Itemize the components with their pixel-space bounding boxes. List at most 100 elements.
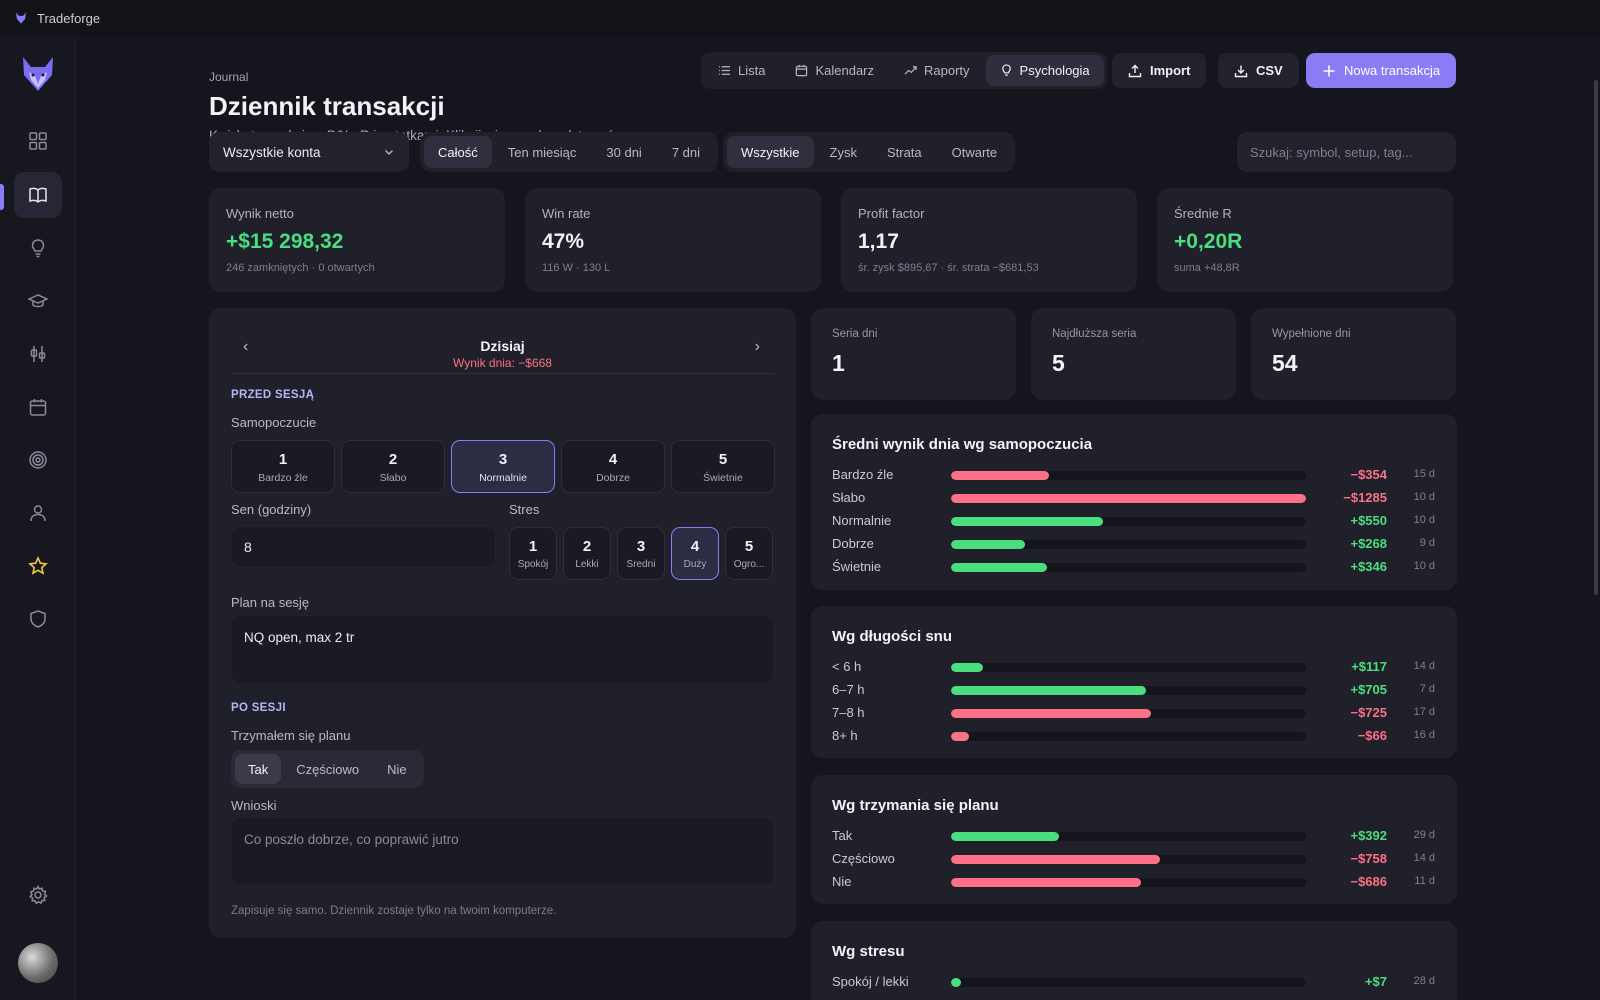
bar-fill (951, 832, 1059, 841)
longest-streak-card: Najdłuższa seria 5 (1031, 308, 1236, 400)
sidebar-item-goals[interactable] (14, 437, 62, 483)
period-option[interactable]: Całość (424, 136, 492, 168)
scrollbar[interactable] (1594, 80, 1598, 595)
plan-textarea[interactable]: NQ open, max 2 tr (231, 615, 774, 684)
conclusions-textarea[interactable]: Co poszło dobrze, co poprawić jutro (231, 817, 774, 886)
stress-option-4[interactable]: 4 Duży (671, 527, 719, 580)
target-icon (29, 451, 47, 469)
next-day-button[interactable]: › (755, 338, 760, 356)
streak-value: 54 (1272, 350, 1298, 376)
period-option[interactable]: 7 dni (658, 136, 714, 168)
stress-option-5[interactable]: 5 Ogro... (725, 527, 773, 580)
kept-plan-option[interactable]: Częściowo (283, 754, 372, 784)
plan-label: Plan na sesję (231, 595, 310, 610)
prev-day-button[interactable]: ‹ (243, 338, 248, 356)
row-days: 7 d (1419, 683, 1435, 695)
mood-number: 3 (498, 451, 508, 468)
sidebar-item-profile[interactable] (14, 490, 62, 536)
tab-lista[interactable]: Lista (704, 55, 779, 86)
mood-option-4[interactable]: 4 Dobrze (561, 440, 665, 493)
stress-option-2[interactable]: 2 Lekki (563, 527, 611, 580)
tab-psychologia[interactable]: Psychologia (985, 55, 1104, 86)
kept-plan-option[interactable]: Tak (235, 754, 282, 784)
tab-raporty[interactable]: Raporty (890, 55, 984, 86)
breadcrumb[interactable]: Journal (209, 70, 248, 84)
sidebar-item-journal[interactable] (14, 172, 62, 218)
stat-value: 47% (542, 230, 585, 253)
row-label: Słabo (832, 490, 866, 505)
bar-fill (951, 517, 1103, 526)
sidebar-active-indicator (0, 184, 4, 210)
fox-logo-icon[interactable] (18, 54, 58, 94)
sleep-hours-input[interactable]: 8 (231, 526, 496, 568)
bar-fill (951, 540, 1025, 549)
row-days: 14 d (1413, 852, 1435, 864)
kept-plan-option[interactable]: Nie (374, 754, 420, 784)
period-option[interactable]: 30 dni (592, 136, 655, 168)
outcome-option[interactable]: Zysk (816, 136, 871, 168)
mood-number: 1 (278, 451, 288, 468)
sidebar-item-ideas[interactable] (14, 225, 62, 271)
bar-fill (951, 855, 1160, 864)
bar-fill (951, 878, 1141, 887)
stat-card-win-rate: Win rate 47% 116 W · 130 L (525, 188, 821, 292)
graduation-cap-icon (28, 294, 48, 308)
autosave-note: Zapisuje się samo. Dziennik zostaje tylk… (231, 905, 557, 917)
mood-text: Bardzo źle (258, 472, 308, 484)
mood-option-1[interactable]: 1 Bardzo źle (231, 440, 335, 493)
before-session-header: PRZED SESJĄ (231, 389, 315, 401)
stress-option-1[interactable]: 1 Spokój (509, 527, 557, 580)
page-title: Dziennik transakcji (209, 91, 445, 121)
mood-option-5[interactable]: 5 Świetnie (671, 440, 775, 493)
stat-label: Średnie R (1174, 206, 1232, 221)
tab-kalendarz[interactable]: Kalendarz (781, 55, 888, 86)
new-trade-button[interactable]: Nowa transakcja (1306, 53, 1457, 88)
sidebar-item-dashboard[interactable] (14, 118, 62, 164)
account-select[interactable]: Wszystkie konta (209, 132, 409, 172)
row-label: < 6 h (832, 659, 862, 674)
mood-option-3[interactable]: 3 Normalnie (451, 440, 555, 493)
row-label: Nie (832, 874, 852, 889)
csv-button[interactable]: CSV (1218, 53, 1299, 88)
row-days: 17 d (1413, 706, 1435, 718)
bar-track (951, 878, 1306, 887)
sidebar-item-calendar[interactable] (14, 384, 62, 430)
streak-label: Najdłuższa seria (1052, 328, 1137, 340)
row-label: 7–8 h (832, 705, 865, 720)
bar-fill (951, 563, 1047, 572)
row-label: Normalnie (832, 513, 892, 528)
outcome-option[interactable]: Wszystkie (727, 136, 814, 168)
sidebar-item-security[interactable] (14, 596, 62, 642)
sidebar-item-strategy[interactable] (14, 331, 62, 377)
day-result: Wynik dnia: −$668 (453, 356, 552, 370)
avatar[interactable] (18, 943, 58, 983)
bar-fill (951, 494, 1306, 503)
mood-text: Świetnie (703, 472, 743, 484)
outcome-option[interactable]: Otwarte (938, 136, 1012, 168)
period-filter: Całość Ten miesiąc 30 dni 7 dni (420, 132, 719, 172)
import-button[interactable]: Import (1112, 53, 1207, 88)
lightbulb-icon (31, 239, 45, 258)
breakdown-row: 8+ h −$66 16 d (832, 726, 1435, 746)
outcome-option[interactable]: Strata (873, 136, 936, 168)
period-option[interactable]: Ten miesiąc (494, 136, 591, 168)
sidebar-item-settings[interactable] (14, 872, 62, 918)
sliders-icon (30, 346, 46, 362)
bar-fill (951, 663, 983, 672)
plan-breakdown-card: Wg trzymania się planu Tak +$392 29 d Częśc… (811, 775, 1457, 904)
row-label: Bardzo źle (832, 467, 894, 482)
after-session-header: PO SESJI (231, 702, 286, 714)
stress-text: Duży (683, 559, 707, 570)
kept-plan-toggle: Tak Częściowo Nie (231, 750, 424, 788)
stress-text: Średni (626, 559, 656, 570)
row-label: 6–7 h (832, 682, 865, 697)
stress-number: 3 (636, 538, 646, 555)
sidebar-item-learn[interactable] (14, 278, 62, 324)
stress-number: 5 (744, 538, 754, 555)
streak-value: 5 (1052, 350, 1065, 376)
stress-text: Spokój (517, 559, 549, 570)
sidebar-item-favorites[interactable] (14, 543, 62, 589)
search-input[interactable] (1237, 132, 1456, 172)
mood-option-2[interactable]: 2 Słabo (341, 440, 445, 493)
stress-option-3[interactable]: 3 Średni (617, 527, 665, 580)
